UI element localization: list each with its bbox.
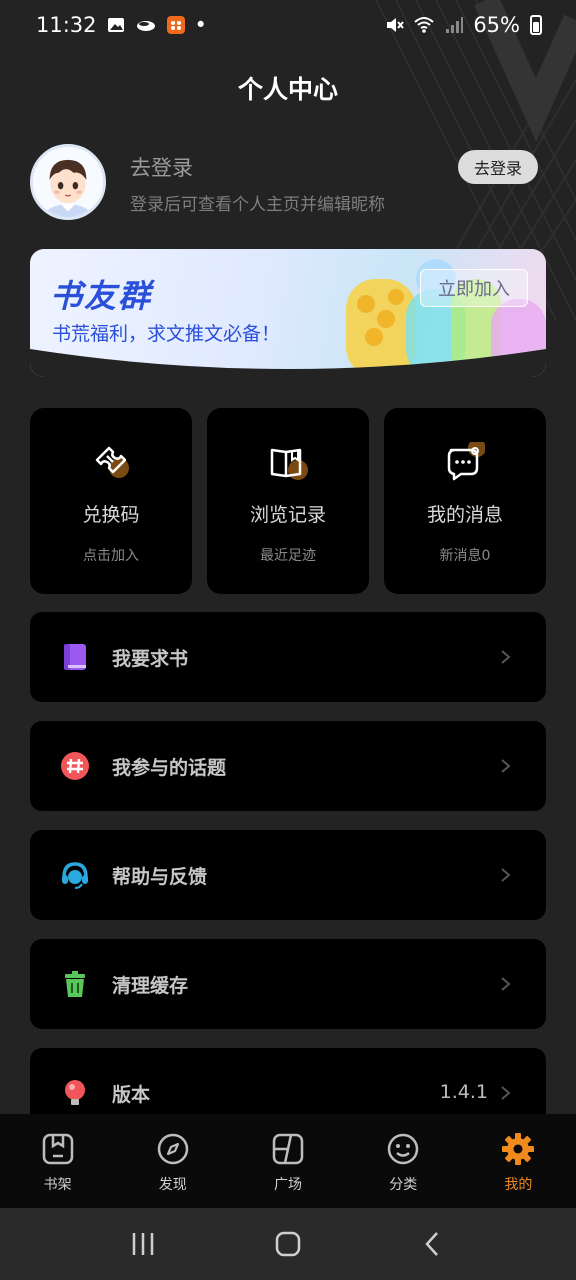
chevron-right-icon	[500, 863, 512, 887]
home-icon	[275, 1231, 301, 1257]
banner-title: 书友群	[50, 277, 153, 315]
headset-icon	[60, 860, 90, 890]
redeem-code-card[interactable]: 兑换码 点击加入	[30, 408, 192, 594]
nav-bookshelf[interactable]: 书架	[0, 1114, 115, 1208]
hashtag-icon	[60, 751, 90, 781]
nav-label: 我的	[504, 1177, 533, 1193]
my-messages-card[interactable]: 我的消息 新消息0	[384, 408, 546, 594]
gallery-icon	[105, 14, 127, 36]
my-messages-sub: 新消息0	[439, 548, 491, 564]
page-title: 个人中心	[237, 75, 338, 104]
status-bar: 11:32 • 65%	[0, 0, 576, 50]
recent-apps-button[interactable]	[123, 1224, 163, 1264]
menu-item-request-book[interactable]: 我要求书	[30, 612, 546, 702]
ticket-icon	[91, 442, 131, 482]
menu-label: 我要求书	[112, 648, 189, 670]
mute-icon	[383, 14, 405, 36]
square-icon	[271, 1132, 305, 1166]
back-icon	[425, 1232, 439, 1256]
app-notification-icon	[165, 14, 187, 36]
chevron-right-icon	[500, 972, 512, 996]
banner-subtitle: 书荒福利，求文推文必备！	[52, 323, 281, 345]
menu-item-clear-cache[interactable]: 清理缓存	[30, 939, 546, 1029]
menu-item-help-feedback[interactable]: 帮助与反馈	[30, 830, 546, 920]
recent-apps-icon	[132, 1233, 153, 1255]
reader-group-banner[interactable]: 书友群 书荒福利，求文推文必备！ 立即加入	[30, 249, 546, 377]
browse-history-sub: 最近足迹	[260, 548, 316, 564]
my-messages-label: 我的消息	[426, 504, 503, 526]
bookshelf-icon	[41, 1132, 75, 1166]
notification-dot: •	[194, 13, 207, 37]
bulb-icon	[60, 1078, 90, 1108]
smile-icon	[386, 1132, 420, 1166]
book-history-icon	[268, 442, 308, 482]
chevron-right-icon	[500, 754, 512, 778]
version-number: 1.4.1	[439, 1081, 488, 1103]
nav-label: 书架	[43, 1177, 72, 1193]
redeem-code-sub: 点击加入	[83, 548, 139, 564]
quick-actions: 兑换码 点击加入 浏览记录 最近足迹 我的消息 新消息0	[30, 408, 546, 594]
battery-icon	[530, 15, 542, 35]
menu-label: 版本	[112, 1084, 151, 1106]
profile-section: 去登录 登录后可查看个人主页并编辑昵称 去登录	[30, 144, 546, 220]
book-request-icon	[60, 642, 90, 672]
chevron-right-icon	[500, 645, 512, 669]
browse-history-card[interactable]: 浏览记录 最近足迹	[207, 408, 369, 594]
menu-item-my-topics[interactable]: 我参与的话题	[30, 721, 546, 811]
login-title[interactable]: 去登录	[130, 152, 193, 182]
wifi-icon	[413, 14, 435, 36]
menu-label: 清理缓存	[112, 975, 189, 997]
menu-label: 帮助与反馈	[112, 866, 208, 888]
settings-gear-icon	[501, 1132, 535, 1166]
login-button[interactable]: 去登录	[458, 150, 538, 184]
status-time: 11:32	[36, 13, 97, 37]
message-icon	[445, 439, 486, 482]
cloud-icon	[135, 14, 157, 36]
battery-percent: 65%	[473, 13, 520, 37]
back-button[interactable]	[413, 1224, 453, 1264]
nav-category[interactable]: 分类	[346, 1114, 461, 1208]
system-navigation-bar	[0, 1208, 576, 1280]
nav-label: 发现	[158, 1177, 187, 1193]
redeem-code-label: 兑换码	[82, 504, 140, 526]
compass-icon	[156, 1132, 190, 1166]
join-group-button[interactable]: 立即加入	[420, 269, 528, 307]
signal-icon	[443, 14, 465, 36]
browse-history-label: 浏览记录	[249, 504, 326, 526]
menu-label: 我参与的话题	[112, 757, 227, 779]
nav-label: 广场	[274, 1177, 302, 1193]
bottom-navigation: 书架 发现 广场 分类 我的	[0, 1114, 576, 1208]
nav-square[interactable]: 广场	[230, 1114, 345, 1208]
nav-label: 分类	[389, 1177, 418, 1193]
home-button[interactable]	[268, 1224, 308, 1264]
login-subtitle: 登录后可查看个人主页并编辑昵称	[130, 195, 385, 215]
chevron-right-icon	[500, 1081, 512, 1105]
trash-icon	[60, 969, 90, 999]
nav-discover[interactable]: 发现	[115, 1114, 230, 1208]
nav-mine[interactable]: 我的	[461, 1114, 576, 1208]
avatar[interactable]	[30, 144, 106, 220]
